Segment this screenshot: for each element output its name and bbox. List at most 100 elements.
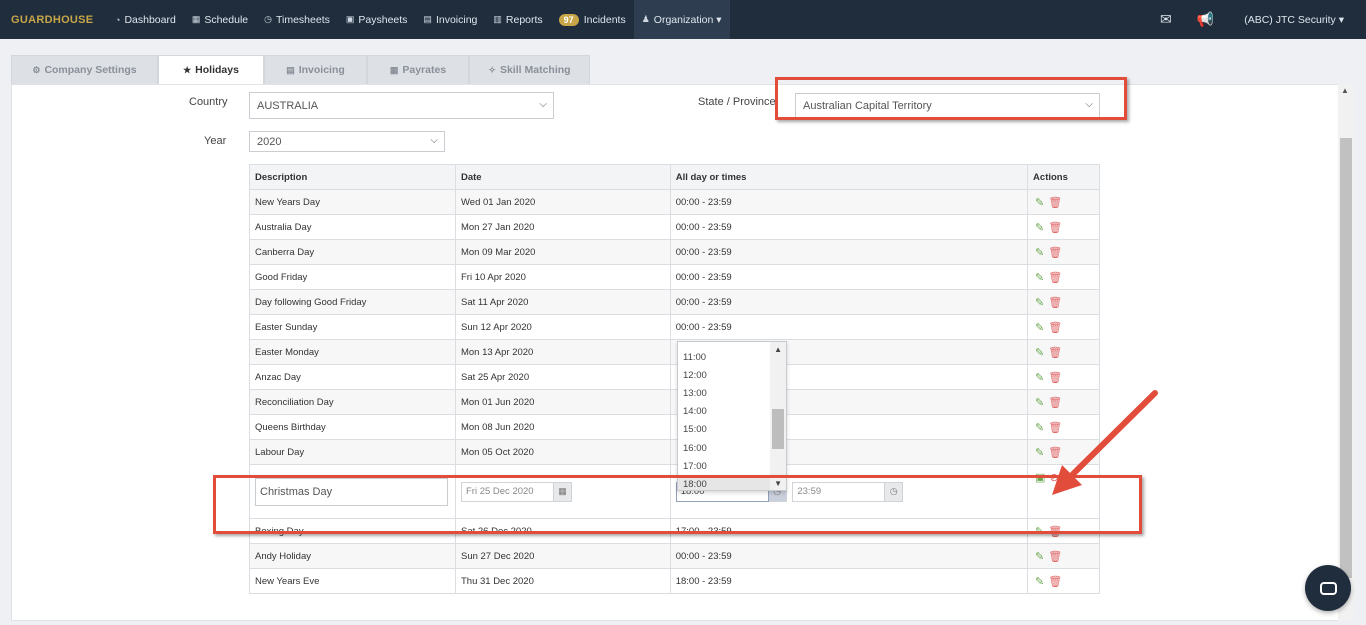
- megaphone-icon[interactable]: 📢: [1197, 11, 1214, 28]
- holiday-description: Anzac Day: [249, 364, 456, 390]
- pencil-icon[interactable]: ✎: [1035, 247, 1044, 259]
- crosshair-icon: ✧: [488, 64, 496, 75]
- incidents-count-badge: 97: [558, 13, 579, 26]
- table-row: Queens Birthday Mon 08 Jun 2020 ✎ 🗑: [249, 414, 1100, 440]
- pencil-icon[interactable]: ✎: [1035, 576, 1044, 588]
- row-actions: ✎ 🗑: [1027, 314, 1100, 340]
- pencil-icon[interactable]: ✎: [1035, 551, 1044, 563]
- holiday-description: New Years Eve: [249, 568, 456, 594]
- scroll-up-arrow-icon[interactable]: ▲: [1341, 86, 1349, 95]
- nav-invoicing[interactable]: ▤ Invoicing: [415, 0, 485, 39]
- nav-incidents[interactable]: 97 Incidents: [551, 0, 634, 39]
- nav-schedule[interactable]: ▦ Schedule: [184, 0, 256, 39]
- time-dropdown[interactable]: 11:00 12:00 13:00 14:00 15:00 16:00 17:00 18:00…: [677, 341, 787, 491]
- pencil-icon[interactable]: ✎: [1035, 272, 1044, 284]
- holiday-date: Mon 09 Mar 2020: [454, 239, 671, 265]
- holiday-description: Easter Monday: [249, 339, 456, 365]
- trash-icon[interactable]: 🗑: [1048, 297, 1062, 309]
- top-navbar: GUARDHOUSE ◔ Dashboard ▦ Schedule ◷ Timeshe…: [0, 0, 1366, 39]
- holiday-description: Reconciliation Day: [249, 389, 456, 415]
- nav-label: Incidents: [583, 13, 626, 26]
- nav-paysheets[interactable]: ▣ Paysheets: [338, 0, 416, 39]
- settings-tabs: ⚙ Company Settings ★ Holidays ▤ Invoicing ▦…: [11, 55, 590, 84]
- trash-icon[interactable]: 🗑: [1048, 551, 1062, 563]
- holiday-description: Queens Birthday: [249, 414, 456, 440]
- page-scrollbar-thumb[interactable]: [1340, 138, 1352, 578]
- pencil-icon[interactable]: ✎: [1035, 322, 1044, 334]
- nav-dashboard[interactable]: ◔ Dashboard: [107, 0, 184, 39]
- holiday-date: Thu 31 Dec 2020: [454, 568, 671, 594]
- pointer-arrow-icon: [1052, 390, 1158, 495]
- nav-label: Timesheets: [275, 13, 330, 26]
- trash-icon[interactable]: 🗑: [1048, 272, 1062, 284]
- table-row: Anzac Day Sat 25 Apr 2020 ✎ 🗑: [249, 364, 1100, 390]
- nav-label: Paysheets: [358, 13, 408, 26]
- nav-label: Dashboard: [124, 13, 176, 26]
- tab-company-settings[interactable]: ⚙ Company Settings: [11, 55, 158, 84]
- trash-icon[interactable]: 🗑: [1048, 372, 1062, 384]
- table-row: Easter Monday Mon 13 Apr 2020 ✎ 🗑: [249, 339, 1100, 365]
- tab-label: Invoicing: [298, 64, 345, 76]
- account-menu[interactable]: (ABC) JTC Security ▾: [1236, 0, 1352, 39]
- nav-label: Invoicing: [435, 13, 478, 26]
- pencil-icon[interactable]: ✎: [1035, 197, 1044, 209]
- holiday-date: Wed 01 Jan 2020: [454, 189, 671, 215]
- column-header: Date: [454, 164, 671, 190]
- table-header: Description Date All day or times Action…: [249, 164, 1100, 190]
- pencil-icon[interactable]: ✎: [1035, 297, 1044, 309]
- star-icon: ★: [183, 64, 192, 75]
- tab-label: Payrates: [402, 64, 447, 76]
- tab-skill-matching[interactable]: ✧ Skill Matching: [469, 55, 590, 84]
- trash-icon[interactable]: 🗑: [1048, 247, 1062, 259]
- nav-reports[interactable]: ▥ Reports: [485, 0, 550, 39]
- calendar-icon: ▦: [191, 14, 201, 24]
- brand-logo[interactable]: GUARDHOUSE: [11, 14, 107, 26]
- nav-organization[interactable]: ♟ Organization ▾: [633, 0, 730, 39]
- country-select[interactable]: AUSTRALIA ⌵: [249, 92, 554, 119]
- envelope-icon[interactable]: ✉: [1160, 11, 1172, 28]
- scroll-up-arrow-icon[interactable]: ▲: [774, 345, 782, 354]
- trash-icon[interactable]: 🗑: [1048, 576, 1062, 588]
- holiday-date: Sat 11 Apr 2020: [454, 289, 671, 315]
- row-actions: ✎ 🗑: [1027, 543, 1100, 569]
- year-select[interactable]: 2020 ⌵: [249, 131, 445, 152]
- trash-icon[interactable]: 🗑: [1048, 222, 1062, 234]
- state-highlight-box: [775, 77, 1127, 120]
- table-row: New Years Day Wed 01 Jan 2020 00:00 - 23:5…: [249, 189, 1100, 215]
- invoice-icon: ▤: [286, 64, 295, 75]
- row-actions: ✎ 🗑: [1027, 239, 1100, 265]
- chat-icon: [1319, 581, 1337, 595]
- holiday-description: Day following Good Friday: [249, 289, 456, 315]
- tab-invoicing[interactable]: ▤ Invoicing: [264, 55, 367, 84]
- trash-icon[interactable]: 🗑: [1048, 347, 1062, 359]
- chevron-down-icon: ⌵: [539, 99, 547, 110]
- chat-launcher-button[interactable]: [1305, 565, 1351, 611]
- holiday-times: 00:00 - 23:59: [669, 264, 1029, 290]
- holiday-description: Australia Day: [249, 214, 456, 240]
- holiday-date: Mon 13 Apr 2020: [454, 339, 671, 365]
- trash-icon[interactable]: 🗑: [1048, 197, 1062, 209]
- pencil-icon[interactable]: ✎: [1035, 347, 1044, 359]
- holiday-times: 00:00 - 23:59: [669, 189, 1029, 215]
- tab-holidays[interactable]: ★ Holidays: [158, 55, 264, 84]
- calendar-icon: ▦: [389, 64, 399, 75]
- holiday-date: Mon 27 Jan 2020: [454, 214, 671, 240]
- edit-row-highlight-box: [213, 475, 1142, 534]
- pencil-icon[interactable]: ✎: [1035, 222, 1044, 234]
- holiday-date: Mon 05 Oct 2020: [454, 439, 671, 465]
- holiday-description: Andy Holiday: [249, 543, 456, 569]
- holiday-date: Sun 12 Apr 2020: [454, 314, 671, 340]
- holiday-description: Good Friday: [249, 264, 456, 290]
- table-row: New Years Eve Thu 31 Dec 2020 18:00 - 23:5…: [249, 568, 1100, 594]
- holiday-date: Sun 27 Dec 2020: [454, 543, 671, 569]
- holiday-date: Mon 01 Jun 2020: [454, 389, 671, 415]
- holiday-times: 18:00 - 23:59: [669, 568, 1029, 594]
- tab-label: Company Settings: [44, 64, 137, 76]
- dropdown-scrollbar-thumb[interactable]: [772, 409, 784, 449]
- users-icon: ♟: [641, 14, 650, 24]
- pencil-icon[interactable]: ✎: [1035, 372, 1044, 384]
- holiday-times: 00:00 - 23:59: [669, 314, 1029, 340]
- tab-payrates[interactable]: ▦ Payrates: [367, 55, 469, 84]
- trash-icon[interactable]: 🗑: [1048, 322, 1062, 334]
- nav-timesheets[interactable]: ◷ Timesheets: [256, 0, 338, 39]
